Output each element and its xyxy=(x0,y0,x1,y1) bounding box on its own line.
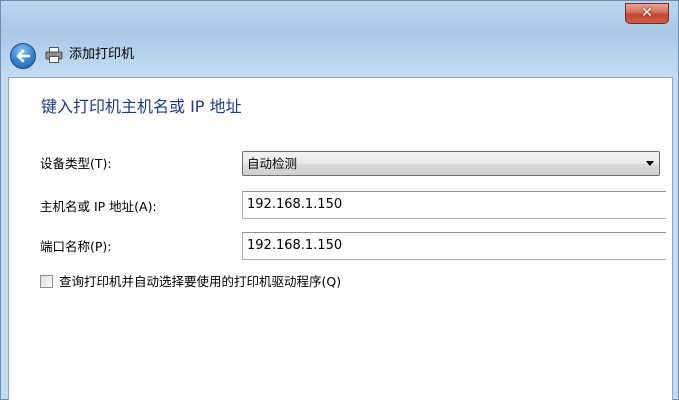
query-printer-checkbox[interactable] xyxy=(40,275,53,288)
port-name-label: 端口名称(P): xyxy=(40,239,112,254)
query-printer-label[interactable]: 查询打印机并自动选择要使用的打印机驱动程序(Q) xyxy=(59,274,341,290)
window-title: 添加打印机 xyxy=(69,47,135,62)
close-button[interactable]: ✕ xyxy=(625,3,669,24)
port-name-input[interactable]: 192.168.1.150 xyxy=(242,232,666,260)
add-printer-window: ✕ 添加打印机 键入打印机主机名或 IP 地址 设备类型(T): 自动检测 主机… xyxy=(0,0,679,400)
device-type-label: 设备类型(T): xyxy=(40,156,112,171)
printer-icon xyxy=(45,47,63,63)
back-button[interactable] xyxy=(10,43,36,69)
chevron-down-icon xyxy=(646,161,654,166)
hostname-input[interactable]: 192.168.1.150 xyxy=(242,191,666,219)
hostname-label: 主机名或 IP 地址(A): xyxy=(40,199,157,214)
device-type-select[interactable]: 自动检测 xyxy=(242,151,660,176)
back-arrow-icon xyxy=(16,49,31,63)
page-heading: 键入打印机主机名或 IP 地址 xyxy=(41,97,242,116)
close-icon: ✕ xyxy=(641,5,653,21)
device-type-value: 自动检测 xyxy=(247,156,298,171)
content-panel: 键入打印机主机名或 IP 地址 设备类型(T): 自动检测 主机名或 IP 地址… xyxy=(8,77,673,400)
